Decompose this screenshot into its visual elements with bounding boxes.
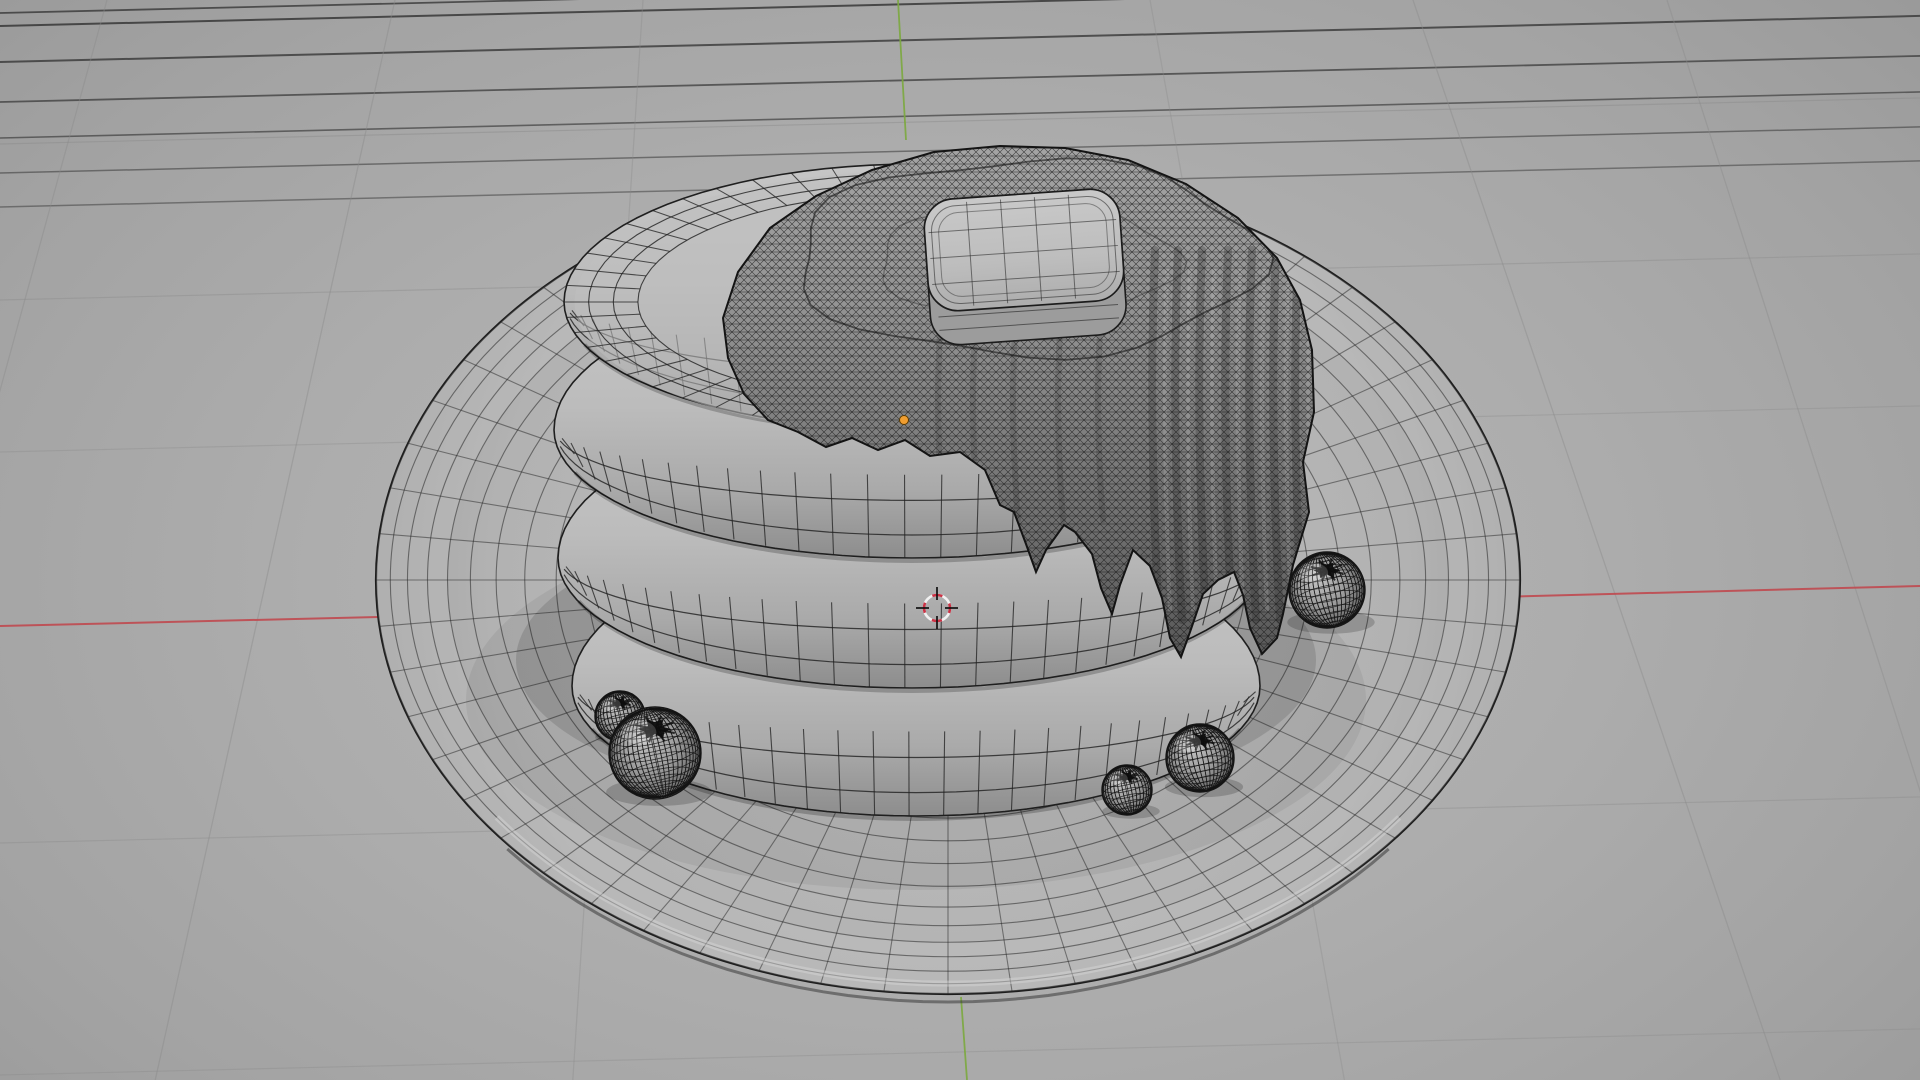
object-origin-dot bbox=[899, 415, 909, 425]
3d-viewport[interactable] bbox=[0, 0, 1920, 1080]
butter-cube[interactable] bbox=[922, 187, 1128, 346]
